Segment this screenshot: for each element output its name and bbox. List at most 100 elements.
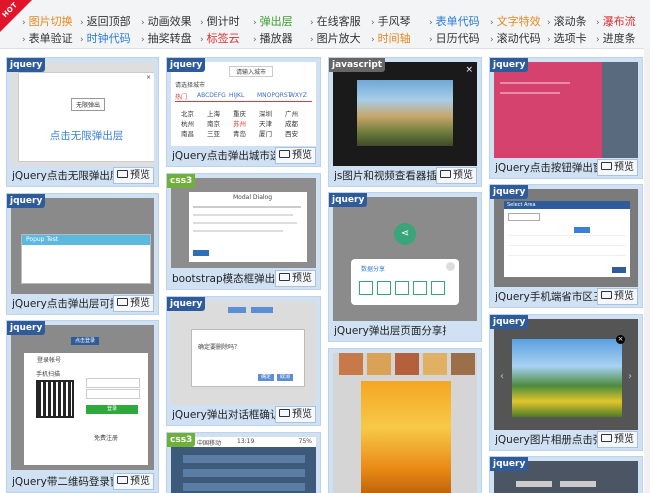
city-option: 苏州 <box>233 120 246 128</box>
nav-link[interactable]: › 弹出层 <box>253 14 293 30</box>
nav-link[interactable]: › 在线客服 <box>310 14 361 30</box>
chevron-right-icon: › <box>429 18 433 28</box>
nav-link[interactable]: › 时间轴 <box>371 31 411 47</box>
card-animated-window[interactable]: jquery jQuery点击按钮弹出窗口动 预览 <box>489 57 643 179</box>
tech-badge: jquery <box>490 315 529 329</box>
nav-link-label: 文字特效 <box>496 15 541 28</box>
album-image <box>512 339 622 417</box>
city-option: 成都 <box>285 120 298 128</box>
nav-link-label: 时间轴 <box>377 32 411 45</box>
city-option: 厦门 <box>259 130 272 138</box>
nav-link[interactable]: › 手风琴 <box>371 14 411 30</box>
card-media-viewer[interactable]: × javascript js图片和视频查看器插件 预览 <box>328 57 482 187</box>
chevron-right-icon: › <box>253 35 257 45</box>
preview-button[interactable]: 预览 <box>597 159 638 176</box>
close-icon[interactable]: × <box>616 335 625 344</box>
thumb-button: 无限弹出 <box>71 98 106 111</box>
thumb-login-modal: 登录帐号 手机扫描 登录 免费注册 <box>24 353 148 465</box>
card-title[interactable]: jQuery点击弹出城市选择器 <box>172 148 284 163</box>
card-title[interactable]: jQuery图片相册点击弹出大 <box>495 432 607 447</box>
card-share-popup[interactable]: ⋖ 数据分享 jquery jQuery弹出层页面分享插件 <box>328 192 482 342</box>
nav-link[interactable]: › 表单验证 <box>22 31 73 47</box>
monitor-icon <box>117 298 128 306</box>
chevron-left-icon[interactable]: ‹ <box>500 371 504 382</box>
nav-link[interactable]: › 文字特效 <box>490 14 541 30</box>
preview-button[interactable]: 预览 <box>275 147 316 164</box>
thumb-cancel: 取消 <box>277 374 293 381</box>
card-album-popup[interactable]: ‹ › × jquery jQuery图片相册点击弹出大 预览 <box>489 314 643 451</box>
nav-link[interactable]: › 时钟代码 <box>80 31 131 47</box>
tech-badge: jquery <box>490 58 529 72</box>
nav-link[interactable]: › 滚动条 <box>547 14 587 30</box>
card-area-select[interactable]: Select Area jquery jQuery手机端省市区三级联 预览 <box>489 184 643 308</box>
nav-link-label: 弹出层 <box>259 15 293 28</box>
chevron-right-icon: › <box>596 35 600 45</box>
card-title[interactable]: jQuery点击弹出层可拖动代 <box>12 296 124 311</box>
preview-button[interactable]: 预览 <box>597 431 638 448</box>
nav-link[interactable]: › 动画效果 <box>141 14 192 30</box>
card-thumbnail: 点击登录 登录帐号 手机扫描 登录 免费注册 <box>11 325 154 470</box>
card-infinite-popup[interactable]: × 无限弹出 点击无限弹出层 jquery jQuery点击无限弹出层插件 预览 <box>6 57 159 187</box>
preview-button[interactable]: 预览 <box>275 406 316 423</box>
nav-link-label: 标签云 <box>206 32 240 45</box>
card-draggable-popup[interactable]: Popup Test jquery jQuery点击弹出层可拖动代 预览 <box>6 193 159 315</box>
card-title[interactable]: jQuery手机端省市区三级联 <box>495 289 607 304</box>
nav-link[interactable]: › 抽奖转盘 <box>141 31 192 47</box>
card-title[interactable]: js图片和视频查看器插件 <box>334 168 446 183</box>
qr-code-icon <box>36 380 74 418</box>
nav-link[interactable]: › 进度条 <box>596 31 636 47</box>
city-tab: 热门 <box>175 94 188 101</box>
nav-link[interactable]: › 标签云 <box>200 31 240 47</box>
card-city-picker[interactable]: 请输入城市 请选择城市 热门 ABCDEFG HIJKL MNOPQRST WXYZ 北… <box>166 57 321 167</box>
monitor-icon <box>601 434 612 442</box>
nav-link[interactable]: › 图片切换 <box>22 14 73 30</box>
thumb-popup-header: Popup Test <box>22 235 150 245</box>
nav-link[interactable]: › 播放器 <box>253 31 293 47</box>
chevron-right-icon: › <box>200 35 204 45</box>
scrollbar[interactable] <box>644 48 650 493</box>
city-option: 西安 <box>285 130 298 138</box>
preview-button[interactable]: 预览 <box>113 473 154 490</box>
chevron-right-icon[interactable]: › <box>628 371 632 382</box>
card-mobile-popup[interactable]: 中国移动 13:19 75% css3 <box>166 432 321 493</box>
thumb-submit: 登录 <box>86 405 138 414</box>
nav-link[interactable]: › 表单代码 <box>429 14 480 30</box>
close-icon: × <box>145 74 151 81</box>
nav-link[interactable]: › 选项卡 <box>547 31 587 47</box>
city-option: 北京 <box>181 110 194 118</box>
card-title[interactable]: jQuery带二维码登录窗口弹 <box>12 474 124 489</box>
preview-button[interactable]: 预览 <box>113 295 154 312</box>
card-confirm-dialog[interactable]: 确定要删除吗？ 确定 取消 jquery jQuery弹出对话框确认 预览 <box>166 296 321 426</box>
city-option: 青岛 <box>233 130 246 138</box>
preview-button[interactable]: 预览 <box>597 288 638 305</box>
chevron-right-icon: › <box>141 18 145 28</box>
chevron-right-icon: › <box>200 18 204 28</box>
card-title[interactable]: jQuery点击按钮弹出窗口动 <box>495 160 607 175</box>
preview-button[interactable]: 预览 <box>436 167 477 184</box>
card-title[interactable]: jQuery点击无限弹出层插件 <box>12 168 124 183</box>
monitor-icon <box>440 170 451 178</box>
nav-link[interactable]: › 瀑布流 <box>596 14 636 30</box>
card-gallery-strip[interactable] <box>328 348 482 493</box>
nav-link[interactable]: › 返回顶部 <box>80 14 131 30</box>
tech-badge: jquery <box>167 58 206 72</box>
thumb-modal-button <box>193 250 209 256</box>
city-option: 深圳 <box>259 110 272 118</box>
preview-button[interactable]: 预览 <box>113 167 154 184</box>
nav-link[interactable]: › 日历代码 <box>429 31 480 47</box>
nav-link[interactable]: › 倒计时 <box>200 14 240 30</box>
card-qrcode-login[interactable]: 点击登录 登录帐号 手机扫描 登录 免费注册 jquery jQuery带二维码… <box>6 320 159 493</box>
card-title[interactable]: jQuery弹出对话框确认 <box>172 407 280 422</box>
thumb-link-text: 点击无限弹出层 <box>49 130 124 142</box>
card-title[interactable]: jQuery弹出层页面分享插件 <box>334 323 446 338</box>
card-partial[interactable]: jquery <box>489 456 643 493</box>
share-option-icon <box>359 281 373 295</box>
card-bootstrap-modal[interactable]: Modal Dialog css3 bootstrap模态框弹出效果 预览 <box>166 173 321 290</box>
nav-link-label: 抽奖转盘 <box>147 32 192 45</box>
nav-link-label: 动画效果 <box>147 15 192 28</box>
nav-link[interactable]: › 图片放大 <box>310 31 361 47</box>
nav-link[interactable]: › 滚动代码 <box>490 31 541 47</box>
card-title[interactable]: bootstrap模态框弹出效果 <box>172 271 284 286</box>
monitor-icon <box>601 291 612 299</box>
preview-button[interactable]: 预览 <box>275 270 316 287</box>
